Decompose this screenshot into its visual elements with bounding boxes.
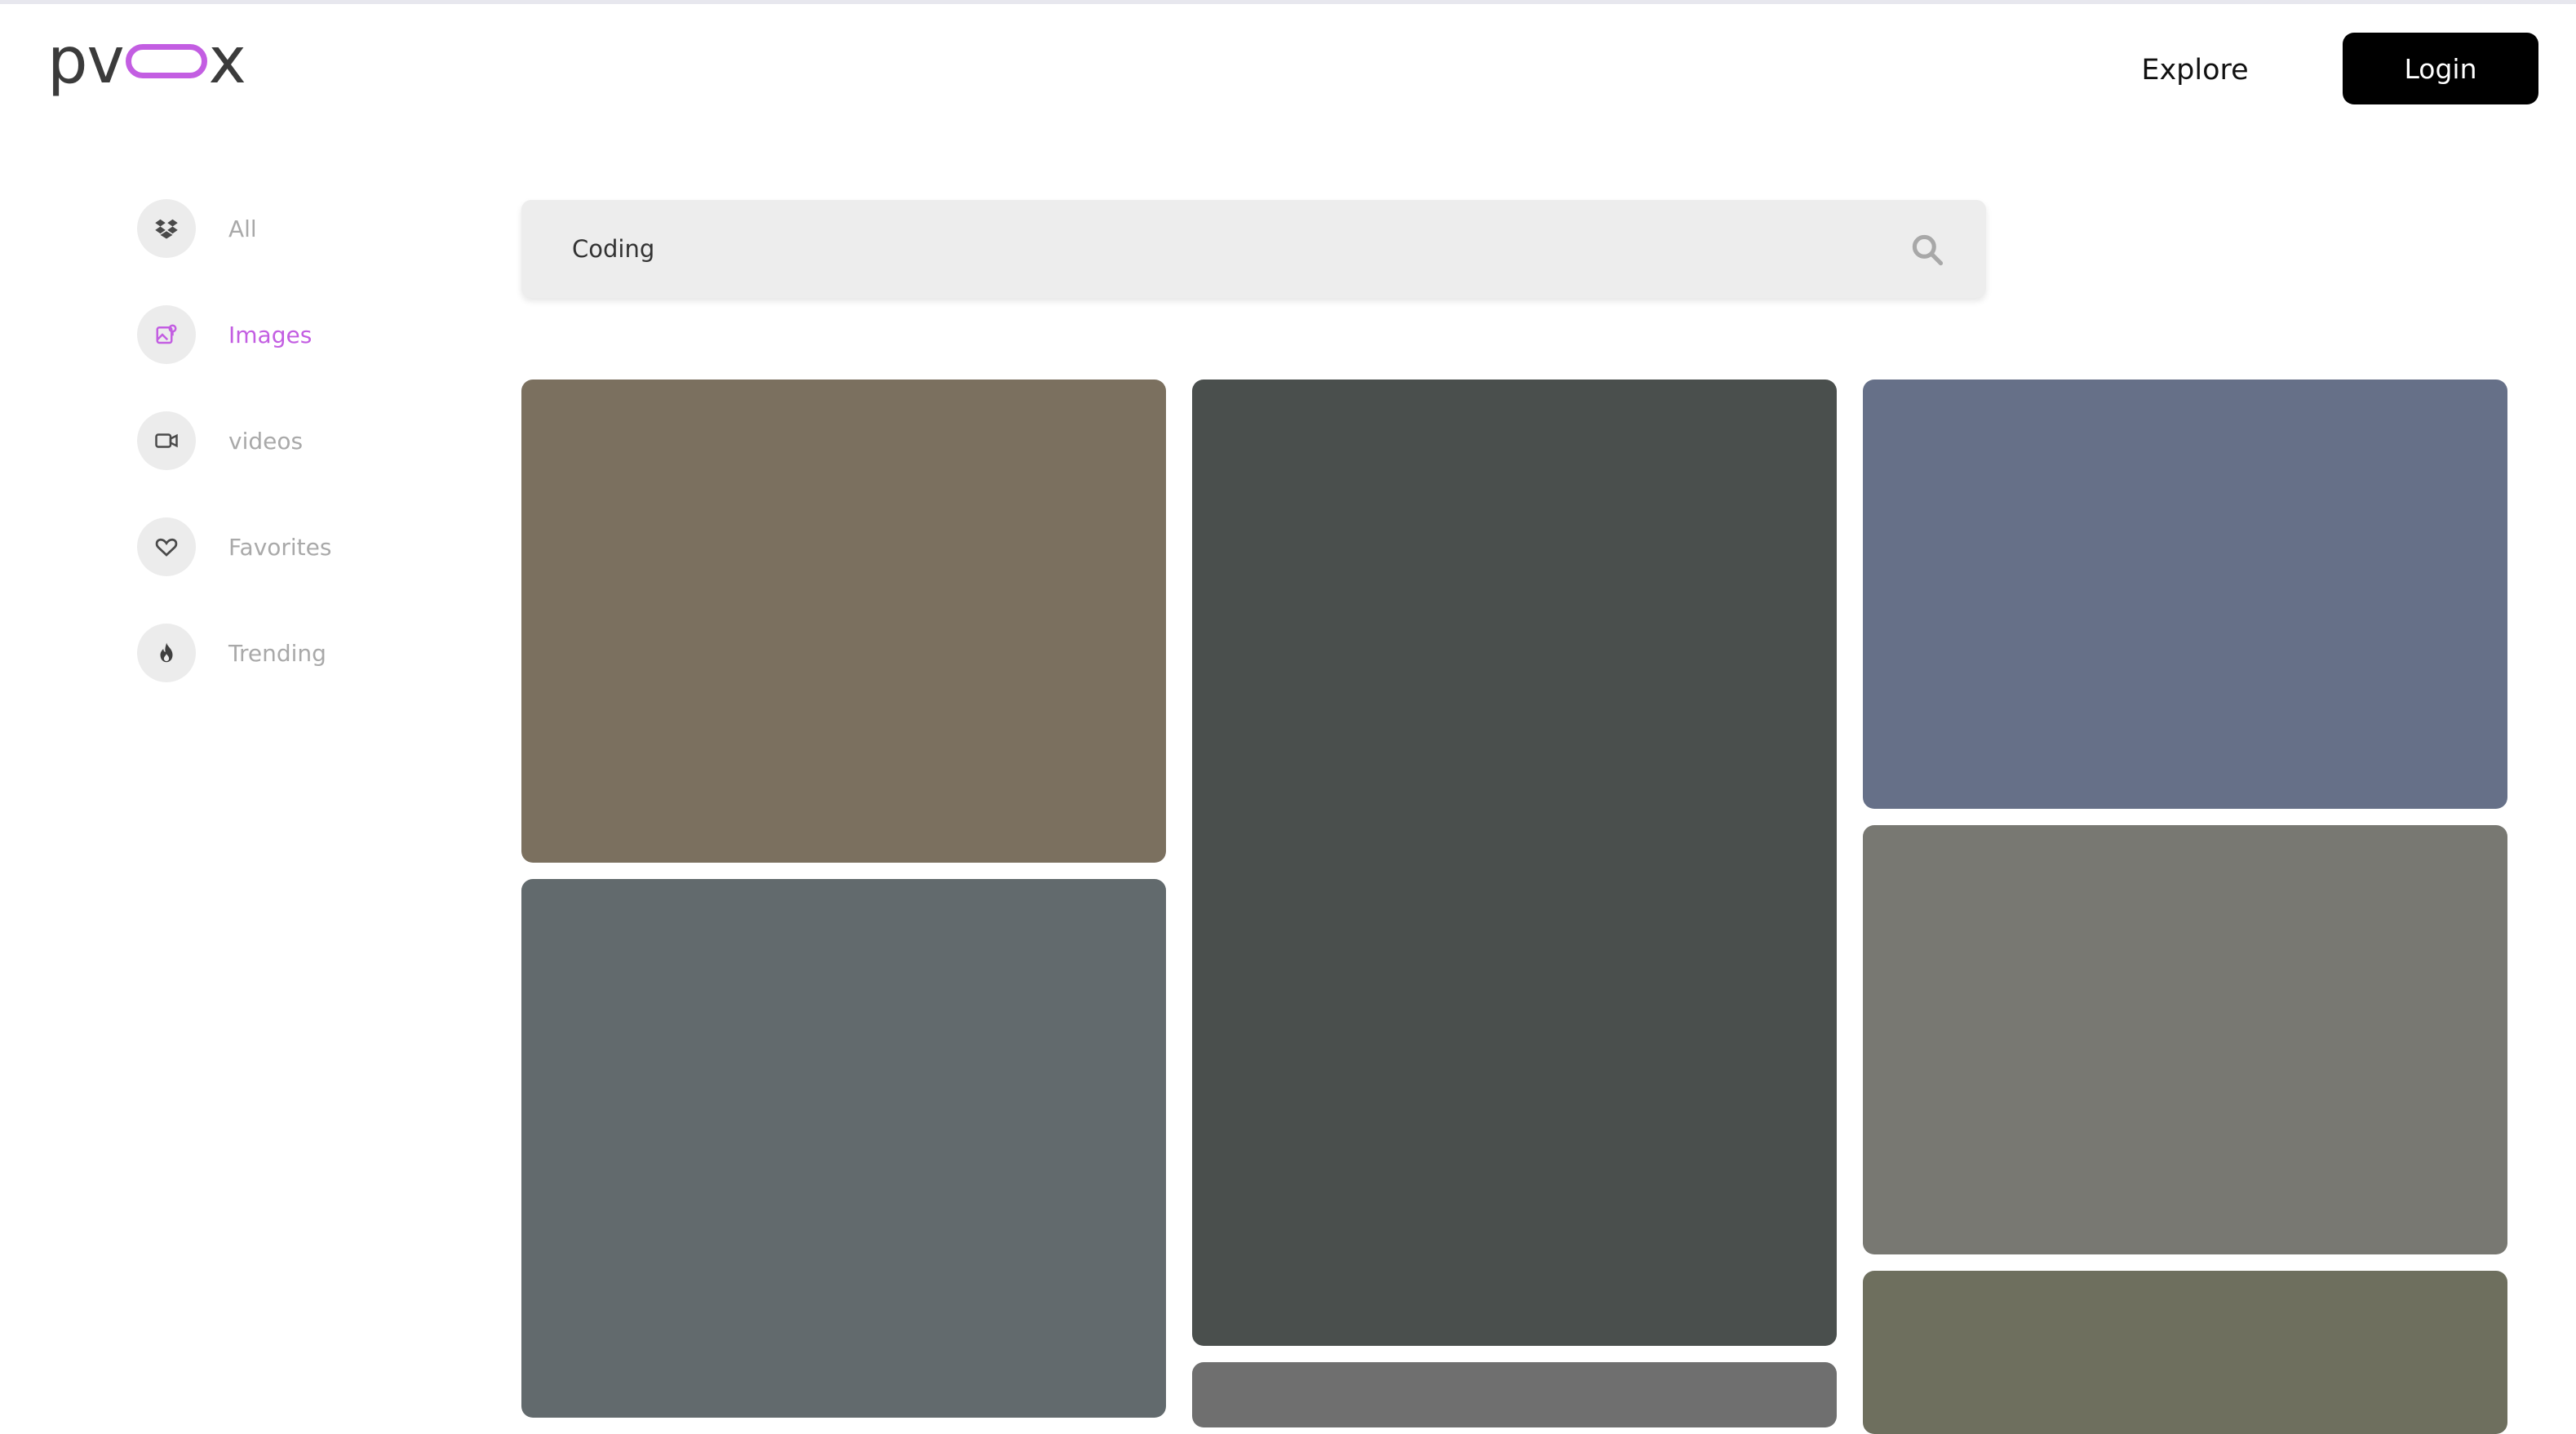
gallery-image-tile[interactable] <box>521 380 1166 863</box>
gallery-image-tile[interactable] <box>1863 825 2507 1254</box>
gallery-image-tile[interactable] <box>1192 380 1837 1346</box>
sidebar-item-all[interactable]: All <box>137 199 431 258</box>
explore-link[interactable]: Explore <box>2113 47 2277 93</box>
sidebar-item-videos[interactable]: videos <box>137 411 431 470</box>
logo-mark <box>125 44 207 78</box>
sidebar-item-images[interactable]: Images <box>137 305 431 364</box>
gallery-image-tile[interactable] <box>1192 1362 1837 1427</box>
sidebar-item-label: All <box>228 215 257 242</box>
sidebar-item-trending[interactable]: Trending <box>137 624 431 682</box>
heart-icon <box>137 517 196 576</box>
gallery-image-tile[interactable] <box>521 879 1166 1418</box>
sidebar-item-label: Images <box>228 321 313 349</box>
image-icon <box>137 305 196 364</box>
logo-suffix: x <box>208 24 246 98</box>
search-button[interactable] <box>1903 227 1952 276</box>
video-icon <box>137 411 196 470</box>
sidebar-item-favorites[interactable]: Favorites <box>137 517 431 576</box>
sidebar-item-label: videos <box>228 427 304 455</box>
search-icon <box>1909 232 1945 271</box>
fire-icon <box>137 624 196 682</box>
search-input[interactable] <box>572 200 1845 298</box>
gallery-image-tile[interactable] <box>1863 380 2507 809</box>
logo-prefix: pv <box>47 24 125 98</box>
logo[interactable]: pv x <box>47 24 246 98</box>
sidebar-item-label: Favorites <box>228 533 332 561</box>
login-button[interactable]: Login <box>2343 33 2538 104</box>
top-border <box>0 0 2576 4</box>
dropbox-icon <box>137 199 196 258</box>
sidebar-item-label: Trending <box>228 639 326 667</box>
gallery-image-tile[interactable] <box>1863 1271 2507 1434</box>
search-bar <box>521 200 1986 298</box>
